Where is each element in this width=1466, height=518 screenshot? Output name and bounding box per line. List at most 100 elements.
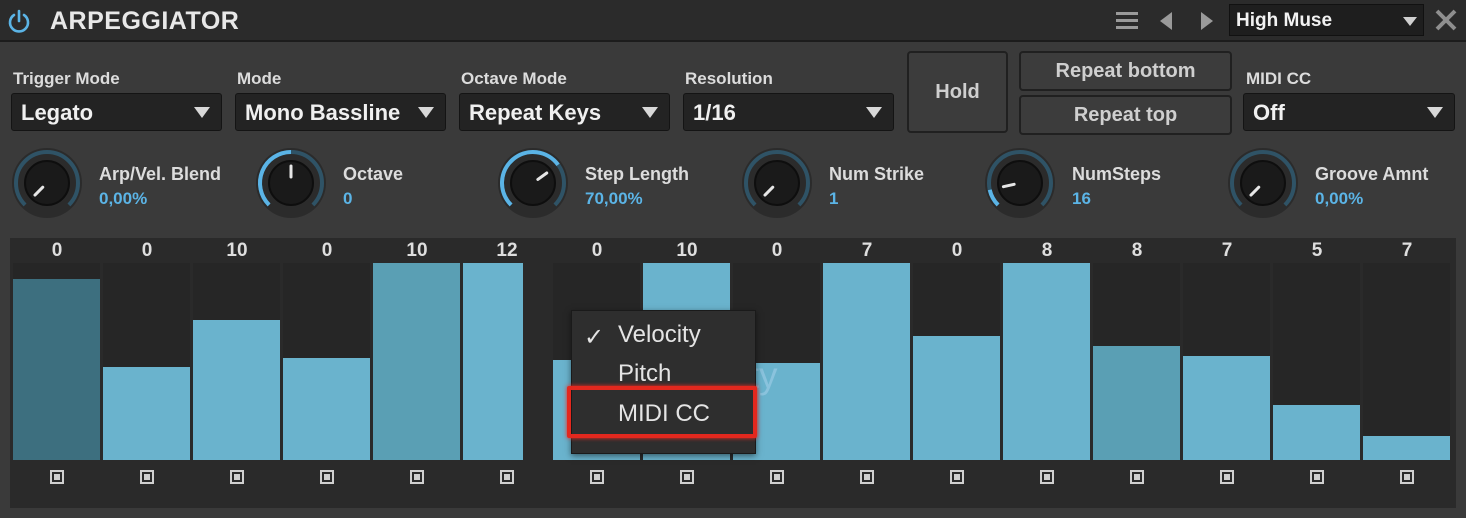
step-value-label: 7 (1401, 240, 1413, 261)
triangle-right-icon[interactable] (1193, 8, 1219, 34)
step-bar-fill (103, 367, 190, 460)
step-toggle[interactable] (1130, 470, 1144, 484)
midi-cc-label: MIDI CC (1246, 69, 1312, 88)
octave-mode-label: Octave Mode (461, 69, 567, 88)
step-toggle[interactable] (50, 470, 64, 484)
step-toggle[interactable] (230, 470, 244, 484)
trigger-mode-dropdown[interactable]: Legato (11, 93, 222, 131)
step-toggle[interactable] (770, 470, 784, 484)
step-value-label: 0 (771, 240, 783, 261)
chevron-down-icon (866, 107, 882, 118)
step-value-label: 7 (861, 240, 873, 261)
step-bar[interactable] (193, 263, 280, 460)
hamburger-menu-icon[interactable] (1114, 8, 1140, 34)
triangle-left-icon[interactable] (1154, 8, 1180, 34)
step-value-label: 0 (951, 240, 963, 261)
trigger-mode-value: Legato (21, 100, 94, 125)
octave-knob[interactable] (254, 146, 328, 220)
step-bar-fill (913, 335, 1000, 460)
step-value-label: 0 (51, 240, 63, 261)
step-bar[interactable] (823, 263, 910, 460)
octave-mode-dropdown[interactable]: Repeat Keys (459, 93, 670, 131)
midi-cc-dropdown[interactable]: Off (1243, 93, 1455, 131)
step-bar[interactable] (1363, 263, 1450, 460)
step-value-label: 0 (321, 240, 333, 261)
step-bar[interactable] (463, 263, 523, 460)
close-icon[interactable] (1432, 6, 1460, 34)
knob-value: 0,00% (99, 189, 148, 208)
resolution-dropdown[interactable]: 1/16 (683, 93, 894, 131)
resolution-value: 1/16 (693, 100, 736, 125)
step-bar-fill (193, 320, 280, 460)
step-bar-fill (1093, 345, 1180, 460)
step-bar-fill (1273, 404, 1360, 460)
step-toggle[interactable] (1400, 470, 1414, 484)
step-value-label: 0 (141, 240, 153, 261)
step-bar-fill (1183, 355, 1270, 460)
knob-value: 0,00% (1315, 189, 1364, 208)
knob-label: NumSteps (1072, 164, 1162, 184)
mode-label: Mode (237, 69, 282, 88)
step-bar[interactable] (1183, 263, 1270, 460)
repeat-top-button[interactable]: Repeat top (1019, 95, 1232, 135)
step-toggle[interactable] (320, 470, 334, 484)
num-steps-knob[interactable] (983, 146, 1057, 220)
mode-dropdown[interactable]: Mono Bassline (235, 93, 446, 131)
step-value-label: 12 (496, 240, 518, 261)
step-bar[interactable] (1273, 263, 1360, 460)
chevron-down-icon (1403, 17, 1417, 26)
step-bar-fill (373, 263, 460, 460)
step-bar[interactable] (283, 263, 370, 460)
chevron-down-icon (1427, 107, 1443, 118)
num-strike-knob[interactable] (740, 146, 814, 220)
step-toggle[interactable] (860, 470, 874, 484)
step-bar-fill (1363, 436, 1450, 460)
step-bar[interactable] (373, 263, 460, 460)
step-toggle[interactable] (410, 470, 424, 484)
step-toggle[interactable] (950, 470, 964, 484)
step-toggle[interactable] (680, 470, 694, 484)
step-value-label: 8 (1041, 240, 1053, 261)
step-value-label: 10 (406, 240, 428, 261)
step-bar[interactable] (913, 263, 1000, 460)
chevron-down-icon (194, 107, 210, 118)
step-value-label: 8 (1131, 240, 1143, 261)
chevron-down-icon (418, 107, 434, 118)
step-bar[interactable] (13, 263, 100, 460)
step-toggle[interactable] (1220, 470, 1234, 484)
title-bar: ARPEGGIATOR High Muse (0, 0, 1466, 42)
hold-button[interactable]: Hold (907, 51, 1008, 133)
step-bar-fill (1003, 263, 1090, 460)
knob-label: Groove Amnt (1315, 164, 1429, 184)
preset-name: High Muse (1236, 10, 1333, 31)
preset-selector[interactable]: High Muse (1229, 4, 1424, 36)
arp-vel-blend-knob[interactable] (10, 146, 84, 220)
step-toggle[interactable] (1310, 470, 1324, 484)
step-bar[interactable] (1093, 263, 1180, 460)
step-toggle[interactable] (1040, 470, 1054, 484)
step-value-label: 7 (1221, 240, 1233, 261)
groove-amount-knob[interactable] (1226, 146, 1300, 220)
knob-value: 70,00% (585, 189, 643, 208)
knob-label: Octave (343, 164, 404, 184)
knob-label: Arp/Vel. Blend (99, 164, 222, 184)
mode-value: Mono Bassline (245, 100, 401, 125)
chevron-down-icon (642, 107, 658, 118)
resolution-label: Resolution (685, 69, 773, 88)
step-toggle[interactable] (590, 470, 604, 484)
checkmark-icon: ✓ (584, 324, 605, 351)
midi-cc-value: Off (1253, 100, 1285, 125)
repeat-bottom-button[interactable]: Repeat bottom (1019, 51, 1232, 91)
menu-item-label: Pitch (618, 360, 672, 387)
highlight-box (567, 386, 757, 438)
step-toggle[interactable] (500, 470, 514, 484)
power-icon[interactable] (6, 8, 32, 34)
octave-mode-value: Repeat Keys (469, 100, 602, 125)
trigger-mode-label: Trigger Mode (13, 69, 120, 88)
menu-item-label: Velocity (618, 321, 701, 348)
step-bar[interactable] (1003, 263, 1090, 460)
knob-label: Num Strike (829, 164, 925, 184)
step-length-knob[interactable] (496, 146, 570, 220)
step-toggle[interactable] (140, 470, 154, 484)
step-bar[interactable] (103, 263, 190, 460)
